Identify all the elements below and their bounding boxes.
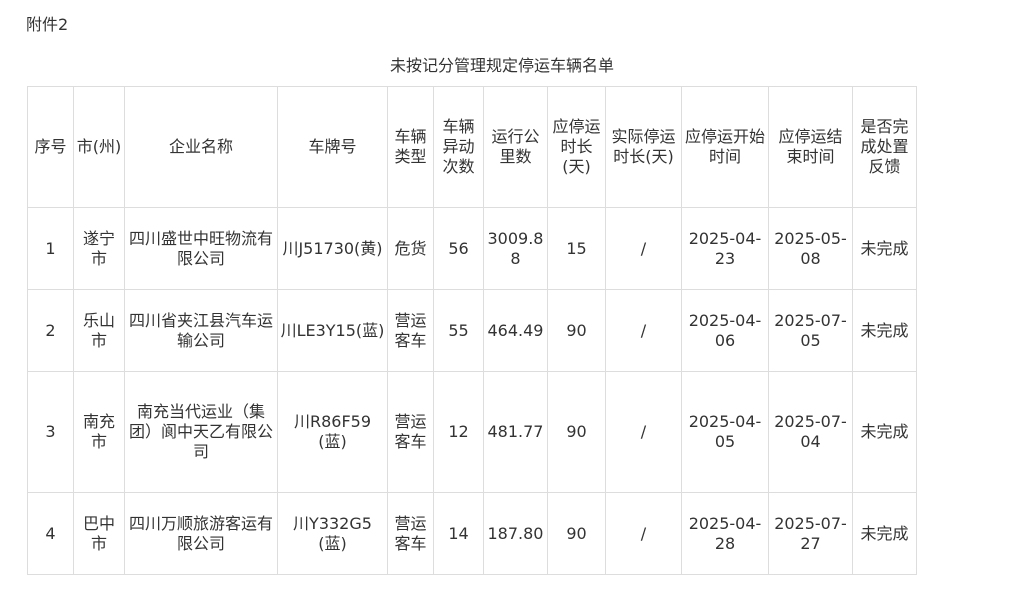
cell-start-date: 2025-04-28 bbox=[681, 492, 769, 575]
cell-vehicle-type: 营运客车 bbox=[387, 289, 434, 372]
cell-end-date: 2025-05-08 bbox=[768, 207, 853, 290]
cell-city: 乐山市 bbox=[73, 289, 125, 372]
header-actual-days: 实际停运时长(天) bbox=[605, 86, 682, 208]
cell-plate: 川Y332G5(蓝) bbox=[277, 492, 388, 575]
header-vehicle-type: 车辆类型 bbox=[387, 86, 434, 208]
cell-vehicle-type: 营运客车 bbox=[387, 371, 434, 493]
table-row: 2 乐山市 四川省夹江县汽车运输公司 川LE3Y15(蓝) 营运客车 55 46… bbox=[27, 289, 917, 372]
cell-change-count: 12 bbox=[433, 371, 484, 493]
cell-company: 四川省夹江县汽车运输公司 bbox=[124, 289, 278, 372]
cell-company: 四川万顺旅游客运有限公司 bbox=[124, 492, 278, 575]
cell-actual-days: / bbox=[605, 289, 682, 372]
cell-feedback: 未完成 bbox=[852, 289, 917, 372]
cell-no: 3 bbox=[27, 371, 74, 493]
cell-end-date: 2025-07-27 bbox=[768, 492, 853, 575]
cell-actual-days: / bbox=[605, 207, 682, 290]
cell-change-count: 56 bbox=[433, 207, 484, 290]
header-feedback: 是否完成处置反馈 bbox=[852, 86, 917, 208]
cell-city: 巴中市 bbox=[73, 492, 125, 575]
header-should-days: 应停运时长(天) bbox=[547, 86, 606, 208]
cell-mileage: 187.80 bbox=[483, 492, 548, 575]
cell-plate: 川R86F59(蓝) bbox=[277, 371, 388, 493]
cell-no: 1 bbox=[27, 207, 74, 290]
cell-end-date: 2025-07-04 bbox=[768, 371, 853, 493]
cell-vehicle-type: 危货 bbox=[387, 207, 434, 290]
cell-plate: 川LE3Y15(蓝) bbox=[277, 289, 388, 372]
cell-start-date: 2025-04-06 bbox=[681, 289, 769, 372]
cell-start-date: 2025-04-05 bbox=[681, 371, 769, 493]
header-mileage: 运行公里数 bbox=[483, 86, 548, 208]
cell-should-days: 90 bbox=[547, 371, 606, 493]
table-header-row: 序号 市(州) 企业名称 车牌号 车辆类型 车辆异动次数 运行公里数 应停运时长… bbox=[27, 86, 917, 208]
table-row: 4 巴中市 四川万顺旅游客运有限公司 川Y332G5(蓝) 营运客车 14 18… bbox=[27, 492, 917, 575]
cell-mileage: 464.49 bbox=[483, 289, 548, 372]
document-title: 未按记分管理规定停运车辆名单 bbox=[389, 56, 614, 75]
header-start-date: 应停运开始时间 bbox=[681, 86, 769, 208]
cell-mileage: 481.77 bbox=[483, 371, 548, 493]
header-company: 企业名称 bbox=[124, 86, 278, 208]
cell-feedback: 未完成 bbox=[852, 371, 917, 493]
cell-actual-days: / bbox=[605, 371, 682, 493]
cell-should-days: 15 bbox=[547, 207, 606, 290]
attachment-label: 附件2 bbox=[26, 15, 69, 34]
cell-city: 遂宁市 bbox=[73, 207, 125, 290]
cell-mileage: 3009.88 bbox=[483, 207, 548, 290]
cell-start-date: 2025-04-23 bbox=[681, 207, 769, 290]
table-row: 1 遂宁市 四川盛世中旺物流有限公司 川J51730(黄) 危货 56 3009… bbox=[27, 207, 917, 290]
cell-feedback: 未完成 bbox=[852, 207, 917, 290]
cell-should-days: 90 bbox=[547, 492, 606, 575]
header-end-date: 应停运结束时间 bbox=[768, 86, 853, 208]
cell-feedback: 未完成 bbox=[852, 492, 917, 575]
header-plate: 车牌号 bbox=[277, 86, 388, 208]
header-no: 序号 bbox=[27, 86, 74, 208]
cell-vehicle-type: 营运客车 bbox=[387, 492, 434, 575]
cell-company: 南充当代运业（集团）阆中天乙有限公司 bbox=[124, 371, 278, 493]
cell-plate: 川J51730(黄) bbox=[277, 207, 388, 290]
cell-change-count: 14 bbox=[433, 492, 484, 575]
cell-actual-days: / bbox=[605, 492, 682, 575]
cell-city: 南充市 bbox=[73, 371, 125, 493]
vehicle-table: 序号 市(州) 企业名称 车牌号 车辆类型 车辆异动次数 运行公里数 应停运时长… bbox=[27, 86, 917, 575]
cell-end-date: 2025-07-05 bbox=[768, 289, 853, 372]
header-city: 市(州) bbox=[73, 86, 125, 208]
cell-no: 2 bbox=[27, 289, 74, 372]
cell-should-days: 90 bbox=[547, 289, 606, 372]
cell-no: 4 bbox=[27, 492, 74, 575]
table-row: 3 南充市 南充当代运业（集团）阆中天乙有限公司 川R86F59(蓝) 营运客车… bbox=[27, 371, 917, 493]
cell-change-count: 55 bbox=[433, 289, 484, 372]
cell-company: 四川盛世中旺物流有限公司 bbox=[124, 207, 278, 290]
header-change-count: 车辆异动次数 bbox=[433, 86, 484, 208]
